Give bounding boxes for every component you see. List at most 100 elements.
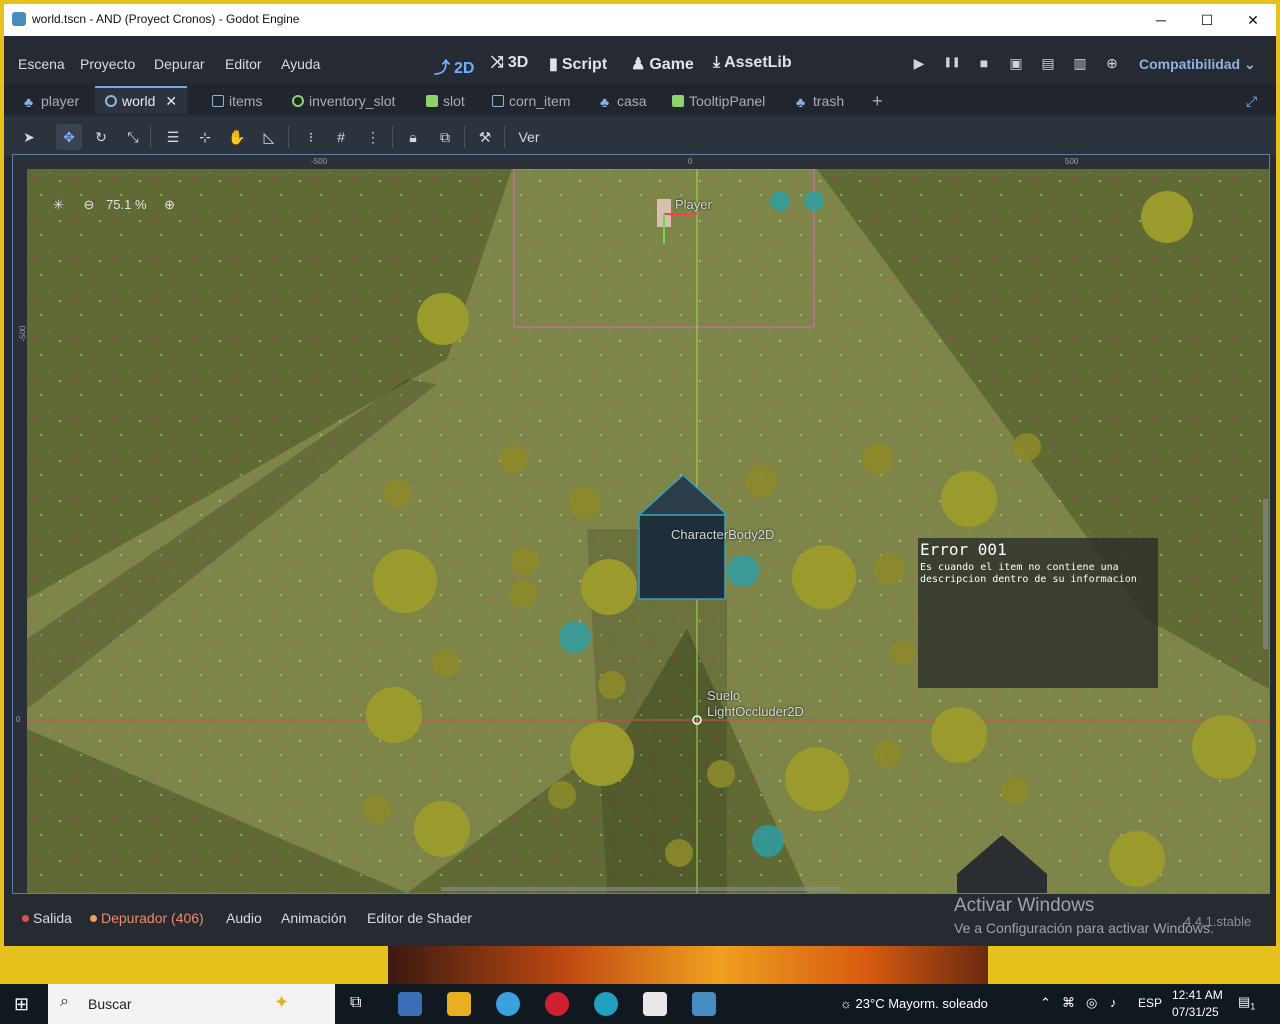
tab-animacion[interactable]: Animación	[281, 910, 346, 926]
scale-tool-icon[interactable]: ⤡	[120, 124, 146, 150]
tab-shader-editor[interactable]: Editor de Shader	[367, 910, 472, 926]
zoom-out-icon[interactable]: ⊖	[84, 197, 95, 212]
godot-taskbar-icon[interactable]	[692, 992, 716, 1016]
close-tab-icon[interactable]: ✕	[165, 93, 177, 109]
search-icon: ⌕	[60, 993, 69, 1010]
tab-world[interactable]: world ✕	[95, 86, 188, 114]
godot-icon	[12, 12, 26, 26]
zoom-level[interactable]: 75.1 %	[106, 197, 146, 212]
mode-3d-button[interactable]: ⤨ 3D	[491, 54, 528, 72]
bone-icon[interactable]: ⚒	[472, 124, 498, 150]
pinterest-icon[interactable]	[545, 992, 569, 1016]
more-options-icon[interactable]: ⋮	[360, 124, 386, 150]
maximize-button[interactable]: ☐	[1184, 4, 1230, 36]
weather-widget[interactable]: ☼ 23°C Mayorm. soleado	[840, 996, 988, 1011]
tab-salida[interactable]: Salida	[22, 910, 72, 926]
volume-icon[interactable]: ♪	[1110, 995, 1117, 1010]
taskbar-search[interactable]: ⌕ Buscar ✦	[48, 984, 335, 1024]
mode-script-button[interactable]: ▮ Script	[549, 54, 607, 74]
editor-window: world.tscn - AND (Proyect Cronos) - Godo…	[4, 4, 1276, 946]
ruler-left: -500 0	[13, 169, 28, 893]
node-label-lightoccluder2d: LightOccluder2D	[707, 704, 804, 719]
panel-icon	[672, 95, 684, 107]
globe-icon[interactable]: ◎	[1086, 995, 1097, 1011]
chevron-down-icon: ⌄	[1244, 56, 1256, 72]
tab-corn-item[interactable]: corn_item	[492, 88, 570, 114]
node-icon: ♣	[24, 94, 34, 110]
tab-inventory-slot[interactable]: inventory_slot	[292, 88, 395, 114]
group-icon[interactable]: ⧉	[432, 124, 458, 150]
edge-icon[interactable]	[594, 992, 618, 1016]
tooltip-panel: Error 001 Es cuando el item no contiene …	[918, 538, 1158, 688]
canvas-viewport[interactable]: -500 0 500 -500 0 ✳ ⊖ 75.1 % ⊕ Player Ch…	[12, 154, 1270, 894]
pan-tool-icon[interactable]: ✋	[224, 124, 250, 150]
title-bar: world.tscn - AND (Proyect Cronos) - Godo…	[4, 4, 1276, 36]
control-icon	[212, 95, 224, 107]
menu-escena[interactable]: Escena	[18, 56, 65, 72]
skype-icon[interactable]	[496, 992, 520, 1016]
assetlib-icon: ⤓	[713, 54, 721, 71]
menu-ayuda[interactable]: Ayuda	[281, 56, 320, 72]
play-icon[interactable]: ▶	[908, 52, 930, 74]
mode-2d-button[interactable]: ⤴ 2D	[434, 54, 474, 78]
tab-depurador[interactable]: Depurador (406)	[90, 910, 204, 926]
weather-icon: ☼	[840, 996, 856, 1011]
list-select-icon[interactable]: ☰	[160, 124, 186, 150]
notification-icon[interactable]: ▤1	[1238, 994, 1255, 1012]
run-custom-scene-icon[interactable]: ▥	[1069, 52, 1091, 74]
view-menu[interactable]: Ver	[512, 124, 546, 150]
menu-editor[interactable]: Editor	[225, 56, 262, 72]
mode-assetlib-button[interactable]: ⤓ AssetLib	[713, 54, 792, 72]
pause-icon[interactable]: ❚❚	[941, 52, 963, 74]
lock-icon[interactable]: 🔒︎	[400, 124, 426, 150]
desktop-wallpaper	[388, 946, 988, 984]
renderer-dropdown[interactable]: Compatibilidad ⌄	[1139, 56, 1256, 73]
scene-canvas[interactable]: ✳ ⊖ 75.1 % ⊕ Player CharacterBody2D Suel…	[27, 168, 1269, 893]
tab-casa[interactable]: ♣ casa	[600, 88, 647, 114]
select-tool-icon[interactable]: ➤	[16, 124, 42, 150]
distraction-free-icon[interactable]: ⤢	[1246, 88, 1257, 114]
movie-maker-icon[interactable]: ⊕	[1101, 52, 1123, 74]
2d-icon: ⤴	[434, 60, 451, 77]
tab-trash[interactable]: ♣ trash	[796, 88, 844, 114]
tray-chevron-icon[interactable]: ⌃	[1040, 995, 1051, 1011]
close-window-button[interactable]: ✕	[1230, 4, 1276, 36]
run-current-scene-icon[interactable]: ▤	[1037, 52, 1059, 74]
ruler-tool-icon[interactable]: ◺	[256, 124, 282, 150]
tab-slot[interactable]: slot	[426, 88, 465, 114]
node-label-characterbody2d: CharacterBody2D	[671, 527, 775, 542]
node-label-suelo: Suelo	[707, 688, 741, 703]
app-icon[interactable]	[643, 992, 667, 1016]
calculator-icon[interactable]	[398, 992, 422, 1016]
language-indicator[interactable]: ESP	[1138, 996, 1162, 1010]
smart-snap-icon[interactable]: ⁝	[298, 124, 324, 150]
panel-icon	[426, 95, 438, 107]
task-view-icon[interactable]: ⧉	[350, 994, 361, 1012]
tab-items[interactable]: items	[212, 88, 262, 114]
menu-bar: Escena Proyecto Depurar Editor Ayuda ⤴ 2D…	[4, 36, 1276, 82]
minimize-button[interactable]: ─	[1138, 4, 1184, 36]
tab-audio[interactable]: Audio	[226, 910, 262, 926]
pivot-tool-icon[interactable]: ⊹	[192, 124, 218, 150]
grid-snap-icon[interactable]: #	[328, 124, 354, 150]
network-icon[interactable]: ⌘	[1062, 995, 1075, 1011]
clock-date[interactable]: 07/31/25	[1172, 1005, 1219, 1019]
remote-debug-icon[interactable]: ▣	[1005, 52, 1027, 74]
game-icon: ♟	[631, 56, 646, 73]
add-tab-button[interactable]: +	[872, 88, 883, 114]
stop-icon[interactable]: ■	[973, 52, 995, 74]
zoom-in-icon[interactable]: ⊕	[164, 197, 175, 212]
tab-tooltip-panel[interactable]: TooltipPanel	[672, 88, 765, 114]
tab-player[interactable]: ♣ player	[24, 88, 79, 114]
clock-time[interactable]: 12:41 AM	[1172, 988, 1223, 1002]
move-tool-icon[interactable]: ✥	[56, 124, 82, 150]
windows-start-icon[interactable]: ⊞	[14, 994, 29, 1015]
scene-tabs: ♣ player world ✕ items inventory_slot slo…	[4, 84, 1276, 114]
file-explorer-icon[interactable]	[447, 992, 471, 1016]
center-view-icon[interactable]: ✳	[53, 197, 64, 212]
rotate-tool-icon[interactable]: ↻	[88, 124, 114, 150]
menu-depurar[interactable]: Depurar	[154, 56, 205, 72]
node-label-player: Player	[675, 197, 712, 212]
menu-proyecto[interactable]: Proyecto	[80, 56, 135, 72]
mode-game-button[interactable]: ♟ Game	[631, 54, 694, 74]
